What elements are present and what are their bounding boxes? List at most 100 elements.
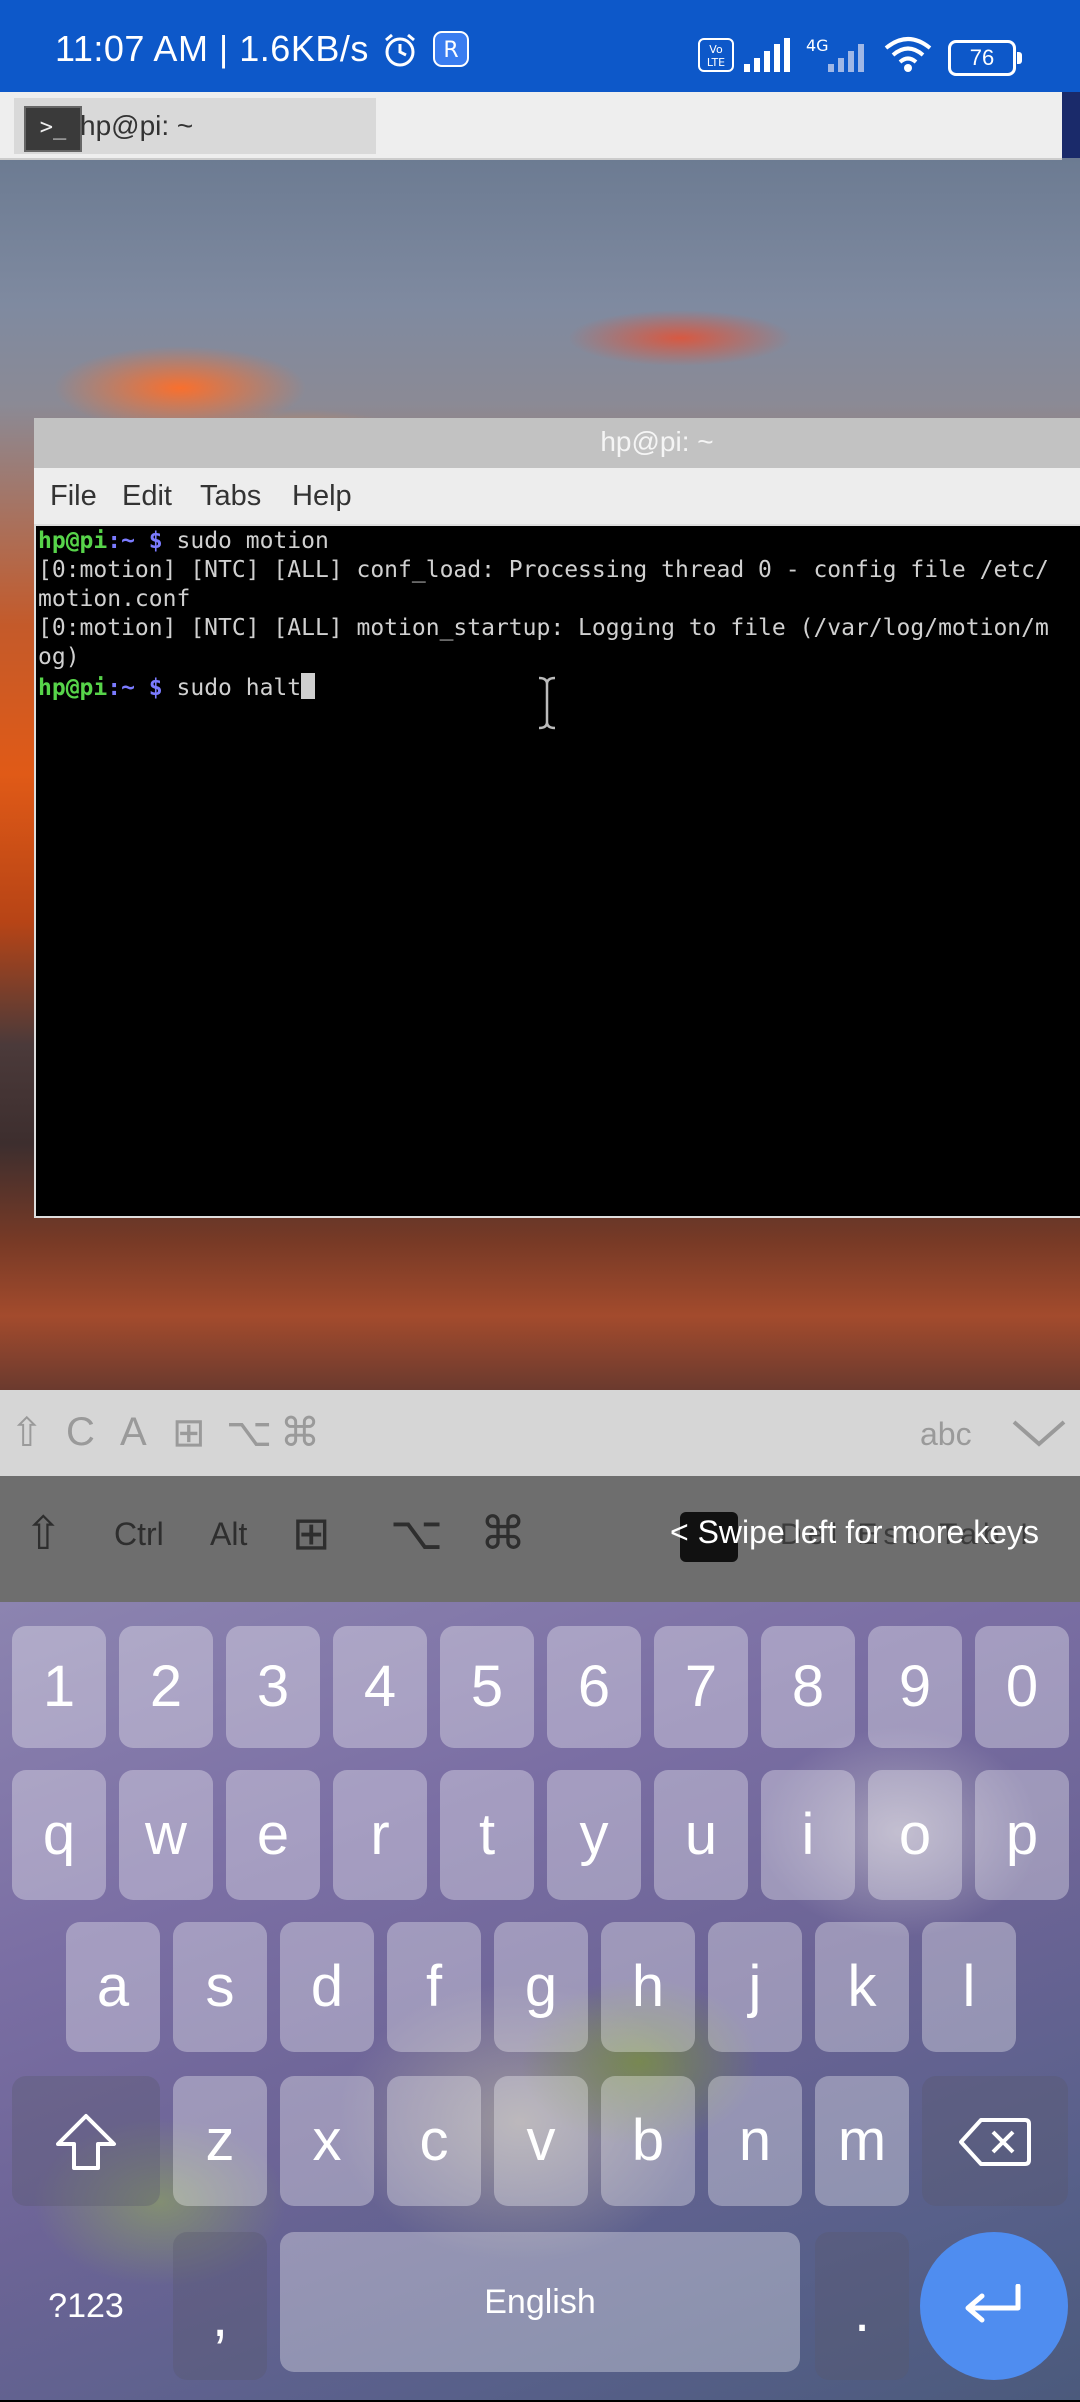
shift-arrow-icon (56, 2114, 116, 2170)
period-key[interactable]: . (815, 2232, 909, 2380)
key-a[interactable]: a (66, 1922, 160, 2052)
command-text: sudo motion (162, 528, 329, 554)
symbols-key[interactable]: ?123 (12, 2232, 160, 2380)
key-x[interactable]: x (280, 2076, 374, 2206)
key-n[interactable]: n (708, 2076, 802, 2206)
key-i[interactable]: i (761, 1770, 855, 1900)
svg-text:R: R (443, 38, 458, 63)
key-t[interactable]: t (440, 1770, 534, 1900)
terminal-menubar: File Edit Tabs Help (34, 468, 1080, 524)
ibeam-cursor-icon (538, 676, 556, 730)
key-d[interactable]: d (280, 1922, 374, 2052)
taskbar: >_ hp@pi: ~ (0, 92, 1062, 160)
prompt-path: :~ (107, 528, 135, 554)
key-3[interactable]: 3 (226, 1626, 320, 1748)
prompt-dollar: $ (134, 528, 163, 554)
menu-edit[interactable]: Edit (122, 480, 172, 513)
wifi-icon (884, 37, 932, 72)
menu-help[interactable]: Help (292, 480, 352, 513)
key-o[interactable]: o (868, 1770, 962, 1900)
terminal-line: motion.conf (38, 586, 191, 612)
key-w[interactable]: w (119, 1770, 213, 1900)
taskbar-window-button[interactable]: >_ hp@pi: ~ (14, 98, 376, 154)
terminal-output[interactable]: hp@pi:~ $ sudo motion [0:motion] [NTC] [… (34, 524, 1080, 1218)
key-9[interactable]: 9 (868, 1626, 962, 1748)
key-q[interactable]: q (12, 1770, 106, 1900)
option-toggle-key[interactable]: ⌥ (226, 1410, 272, 1456)
key-h[interactable]: h (601, 1922, 695, 2052)
ctrl-key[interactable]: Ctrl (114, 1516, 164, 1553)
key-0[interactable]: 0 (975, 1626, 1069, 1748)
taskbar-edge-widget[interactable] (1062, 92, 1080, 158)
shift-key-keyboard[interactable] (12, 2076, 160, 2206)
key-s[interactable]: s (173, 1922, 267, 2052)
prompt-user: hp@pi (38, 528, 108, 554)
shift-toggle-key[interactable]: ⇧ (10, 1410, 44, 1456)
signal-2-icon (828, 44, 864, 72)
command-toggle-key[interactable]: ⌘ (280, 1410, 320, 1456)
prompt-path: :~ (107, 675, 135, 701)
terminal-line: [0:motion] [NTC] [ALL] conf_load: Proces… (38, 557, 1049, 583)
key-1[interactable]: 1 (12, 1626, 106, 1748)
shift-key[interactable]: ⇧ (24, 1506, 63, 1560)
extra-keys-bar: ⇧ C A ⊞ ⌥ ⌘ abc (0, 1390, 1080, 1476)
key-l[interactable]: l (922, 1922, 1016, 2052)
terminal-window: hp@pi: ~ File Edit Tabs Help hp@pi:~ $ s… (34, 418, 1080, 1220)
app-notification-icon: R (433, 31, 469, 67)
key-6[interactable]: 6 (547, 1626, 641, 1748)
backspace-key[interactable] (922, 2076, 1068, 2206)
prompt-user: hp@pi (38, 675, 108, 701)
abc-mode-button[interactable]: abc (920, 1416, 972, 1453)
alarm-icon (385, 33, 415, 67)
key-b[interactable]: b (601, 2076, 695, 2206)
menu-file[interactable]: File (50, 480, 97, 513)
option-key[interactable]: ⌥ (390, 1506, 443, 1560)
prompt-dollar: $ (134, 675, 163, 701)
enter-key[interactable] (920, 2232, 1068, 2380)
windows-toggle-key[interactable]: ⊞ (172, 1410, 206, 1456)
menu-tabs[interactable]: Tabs (200, 480, 261, 513)
command-key[interactable]: ⌘ (480, 1506, 526, 1560)
terminal-title: hp@pi: ~ (600, 426, 714, 457)
text-cursor (301, 673, 316, 699)
key-4[interactable]: 4 (333, 1626, 427, 1748)
key-v[interactable]: v (494, 2076, 588, 2206)
swipe-hint-toast: < Swipe left for more keys (670, 1514, 1040, 1550)
key-g[interactable]: g (494, 1922, 588, 2052)
key-r[interactable]: r (333, 1770, 427, 1900)
battery-icon: 76 (948, 40, 1022, 76)
key-j[interactable]: j (708, 1922, 802, 2052)
terminal-titlebar[interactable]: hp@pi: ~ (34, 418, 1080, 468)
signal-icon (744, 38, 790, 72)
alt-key[interactable]: Alt (210, 1516, 247, 1553)
volte-icon: Vo LTE (698, 38, 734, 72)
key-p[interactable]: p (975, 1770, 1069, 1900)
key-c[interactable]: c (387, 2076, 481, 2206)
comma-key[interactable]: , (173, 2232, 267, 2380)
terminal-line: hp@pi:~ $ sudo motion (38, 528, 329, 554)
svg-text:LTE: LTE (707, 56, 725, 69)
ctrl-toggle-key[interactable]: C (66, 1410, 95, 1455)
key-7[interactable]: 7 (654, 1626, 748, 1748)
key-5[interactable]: 5 (440, 1626, 534, 1748)
key-u[interactable]: u (654, 1770, 748, 1900)
svg-text:Vo: Vo (709, 43, 723, 56)
terminal-icon: >_ (24, 106, 82, 152)
key-k[interactable]: k (815, 1922, 909, 2052)
key-m[interactable]: m (815, 2076, 909, 2206)
alt-toggle-key[interactable]: A (120, 1410, 147, 1455)
key-8[interactable]: 8 (761, 1626, 855, 1748)
taskbar-window-label: hp@pi: ~ (80, 110, 194, 141)
terminal-line: [0:motion] [NTC] [ALL] motion_startup: L… (38, 615, 1049, 641)
space-bar[interactable]: English (280, 2232, 800, 2372)
key-2[interactable]: 2 (119, 1626, 213, 1748)
key-z[interactable]: z (173, 2076, 267, 2206)
windows-key[interactable]: ⊞ (292, 1506, 331, 1560)
terminal-line: og) (38, 644, 80, 670)
key-e[interactable]: e (226, 1770, 320, 1900)
modifier-keys-row: ⇧ Ctrl Alt ⊞ ⌥ ⌘ Del Esc Tab I < Swipe l… (0, 1476, 1080, 1602)
status-time: 11:07 AM | 1.6KB/s (55, 28, 369, 69)
key-y[interactable]: y (547, 1770, 641, 1900)
key-f[interactable]: f (387, 1922, 481, 2052)
chevron-down-icon[interactable] (1010, 1416, 1068, 1450)
